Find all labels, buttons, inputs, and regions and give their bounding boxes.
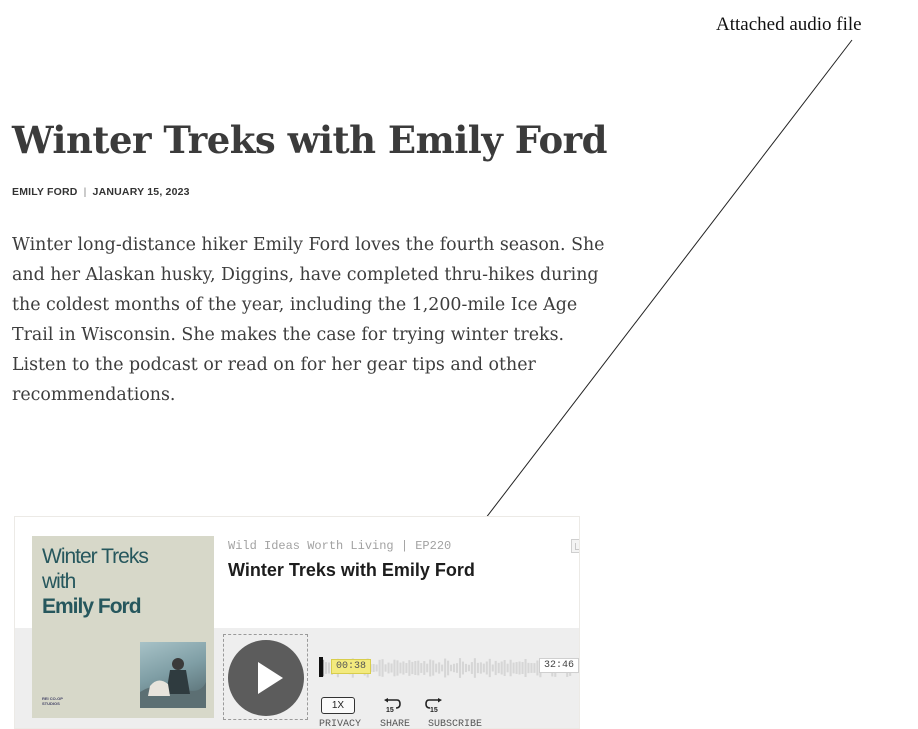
play-button[interactable] <box>228 640 304 716</box>
privacy-link[interactable]: PRIVACY <box>319 719 361 728</box>
cover-logo: REI CO-OP STUDIOS <box>42 696 63 706</box>
waveform-bar <box>399 662 402 674</box>
waveform-bar <box>527 662 530 674</box>
waveform-bar <box>515 662 518 674</box>
waveform-bar <box>435 663 438 673</box>
forward-15-icon[interactable]: 15 <box>425 697 445 717</box>
waveform-bar <box>402 661 405 675</box>
waveform-bar <box>518 661 521 675</box>
rewind-seconds: 15 <box>386 707 394 714</box>
rewind-15-icon[interactable]: 15 <box>381 697 401 717</box>
waveform-bar <box>473 658 476 678</box>
cover-line-1: Winter Treks <box>42 545 149 568</box>
play-icon <box>258 662 283 694</box>
cover-line-2: with <box>42 570 76 593</box>
total-duration: 32:46 <box>539 658 579 673</box>
cover-photo <box>140 642 206 708</box>
playback-speed-button[interactable]: 1X <box>321 697 355 714</box>
current-time: 00:38 <box>331 659 372 674</box>
waveform-bar <box>455 663 459 673</box>
waveform-bar <box>408 660 411 676</box>
waveform-bar <box>429 659 432 677</box>
waveform-bar <box>491 664 494 672</box>
waveform-bar <box>420 663 423 673</box>
waveform-bar <box>533 663 536 673</box>
hiker-dog-image <box>140 658 206 708</box>
publish-date: JANUARY 15, 2023 <box>92 186 190 198</box>
waveform-bar <box>512 662 515 674</box>
waveform-bar <box>467 664 470 672</box>
waveform-bar <box>423 661 426 675</box>
waveform-bar <box>494 660 497 676</box>
article-title: Winter Treks with Emily Ford <box>12 118 608 162</box>
waveform-bar <box>441 664 444 672</box>
waveform-bar <box>426 663 429 673</box>
waveform-bar <box>458 658 462 678</box>
subscribe-link[interactable]: SUBSCRIBE <box>428 719 482 728</box>
waveform-bar <box>503 660 506 676</box>
waveform-bar <box>497 662 500 674</box>
episode-title[interactable]: Winter Treks with Emily Ford <box>228 560 475 581</box>
episode-cover-art: Winter Treks with Emily Ford REI CO-OP S… <box>32 536 214 718</box>
author-link[interactable]: EMILY FORD <box>12 186 78 198</box>
waveform-bar <box>411 661 414 675</box>
waveform-bar <box>450 664 453 672</box>
waveform-bar <box>476 662 479 674</box>
waveform-bar <box>464 663 467 673</box>
show-episode-line[interactable]: Wild Ideas Worth Living | EP220 <box>228 539 451 553</box>
waveform-bar <box>414 660 417 676</box>
annotation-label: Attached audio file <box>716 14 862 35</box>
waveform-bar <box>479 662 482 674</box>
waveform-bar <box>375 664 378 672</box>
waveform-bar <box>470 662 473 674</box>
waveform-bar <box>390 663 393 673</box>
waveform-bar <box>500 661 503 675</box>
waveform-bar <box>453 663 456 673</box>
waveform-bar <box>324 662 328 674</box>
waveform-bar <box>488 658 491 678</box>
waveform-bar <box>524 658 527 678</box>
podcast-player: Winter Treks with Emily Ford REI CO-OP S… <box>14 516 580 729</box>
waveform-bar <box>372 663 375 673</box>
byline-separator: | <box>83 186 87 198</box>
cover-line-3: Emily Ford <box>42 595 142 618</box>
waveform-bar <box>417 660 420 676</box>
waveform-bar <box>444 658 447 678</box>
playhead-marker[interactable] <box>319 657 323 677</box>
waveform-bar <box>387 662 390 674</box>
article-intro: Winter long-distance hiker Emily Ford lo… <box>12 235 605 405</box>
waveform-bar <box>393 659 396 677</box>
embed-icon[interactable] <box>571 539 579 553</box>
forward-seconds: 15 <box>430 707 438 714</box>
waveform-bar <box>405 663 408 673</box>
article-byline: EMILY FORD | JANUARY 15, 2023 <box>12 186 190 198</box>
waveform-bar <box>327 662 331 674</box>
waveform-bar <box>461 661 465 675</box>
waveform-bar <box>378 659 381 677</box>
waveform-bar <box>438 662 441 674</box>
waveform-bar <box>384 664 387 672</box>
cover-title: Winter Treks with Emily Ford <box>42 544 172 619</box>
share-link[interactable]: SHARE <box>380 719 410 728</box>
waveform-bar <box>530 663 533 673</box>
waveform-bar <box>521 661 524 675</box>
waveform-bar <box>396 660 399 676</box>
waveform-bar <box>506 663 509 673</box>
waveform-bar <box>381 659 384 677</box>
waveform-bar <box>485 661 488 675</box>
waveform-bar <box>509 659 512 677</box>
waveform-bar <box>432 660 435 676</box>
waveform-bar <box>447 660 450 676</box>
waveform-bar <box>482 663 485 673</box>
